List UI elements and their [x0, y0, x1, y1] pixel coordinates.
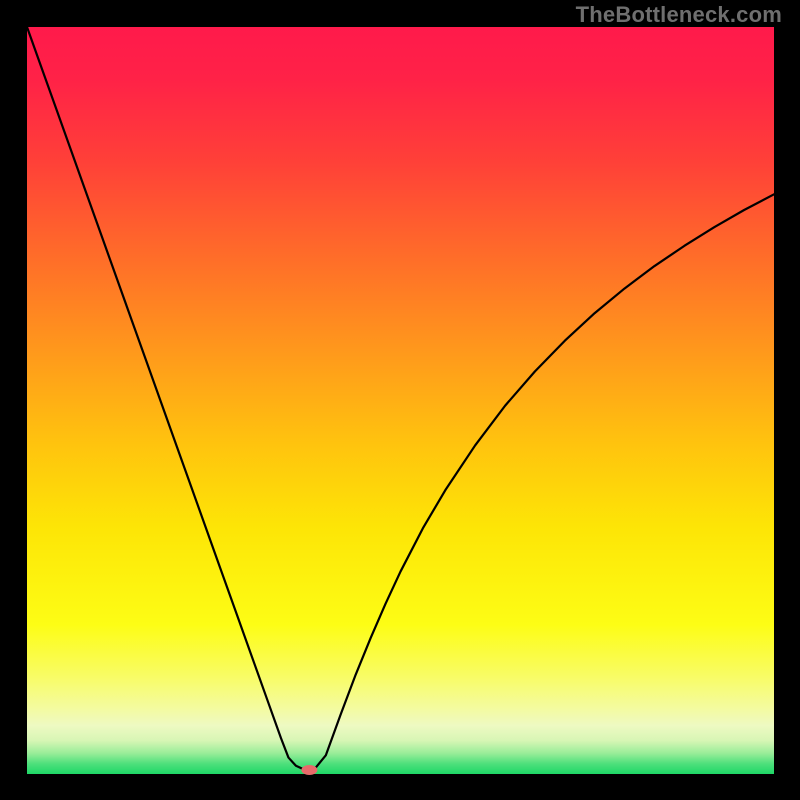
plot-background — [27, 27, 774, 774]
chart-svg — [0, 0, 800, 800]
watermark-text: TheBottleneck.com — [576, 2, 782, 28]
optimal-point-marker — [301, 765, 317, 775]
chart-root: TheBottleneck.com — [0, 0, 800, 800]
